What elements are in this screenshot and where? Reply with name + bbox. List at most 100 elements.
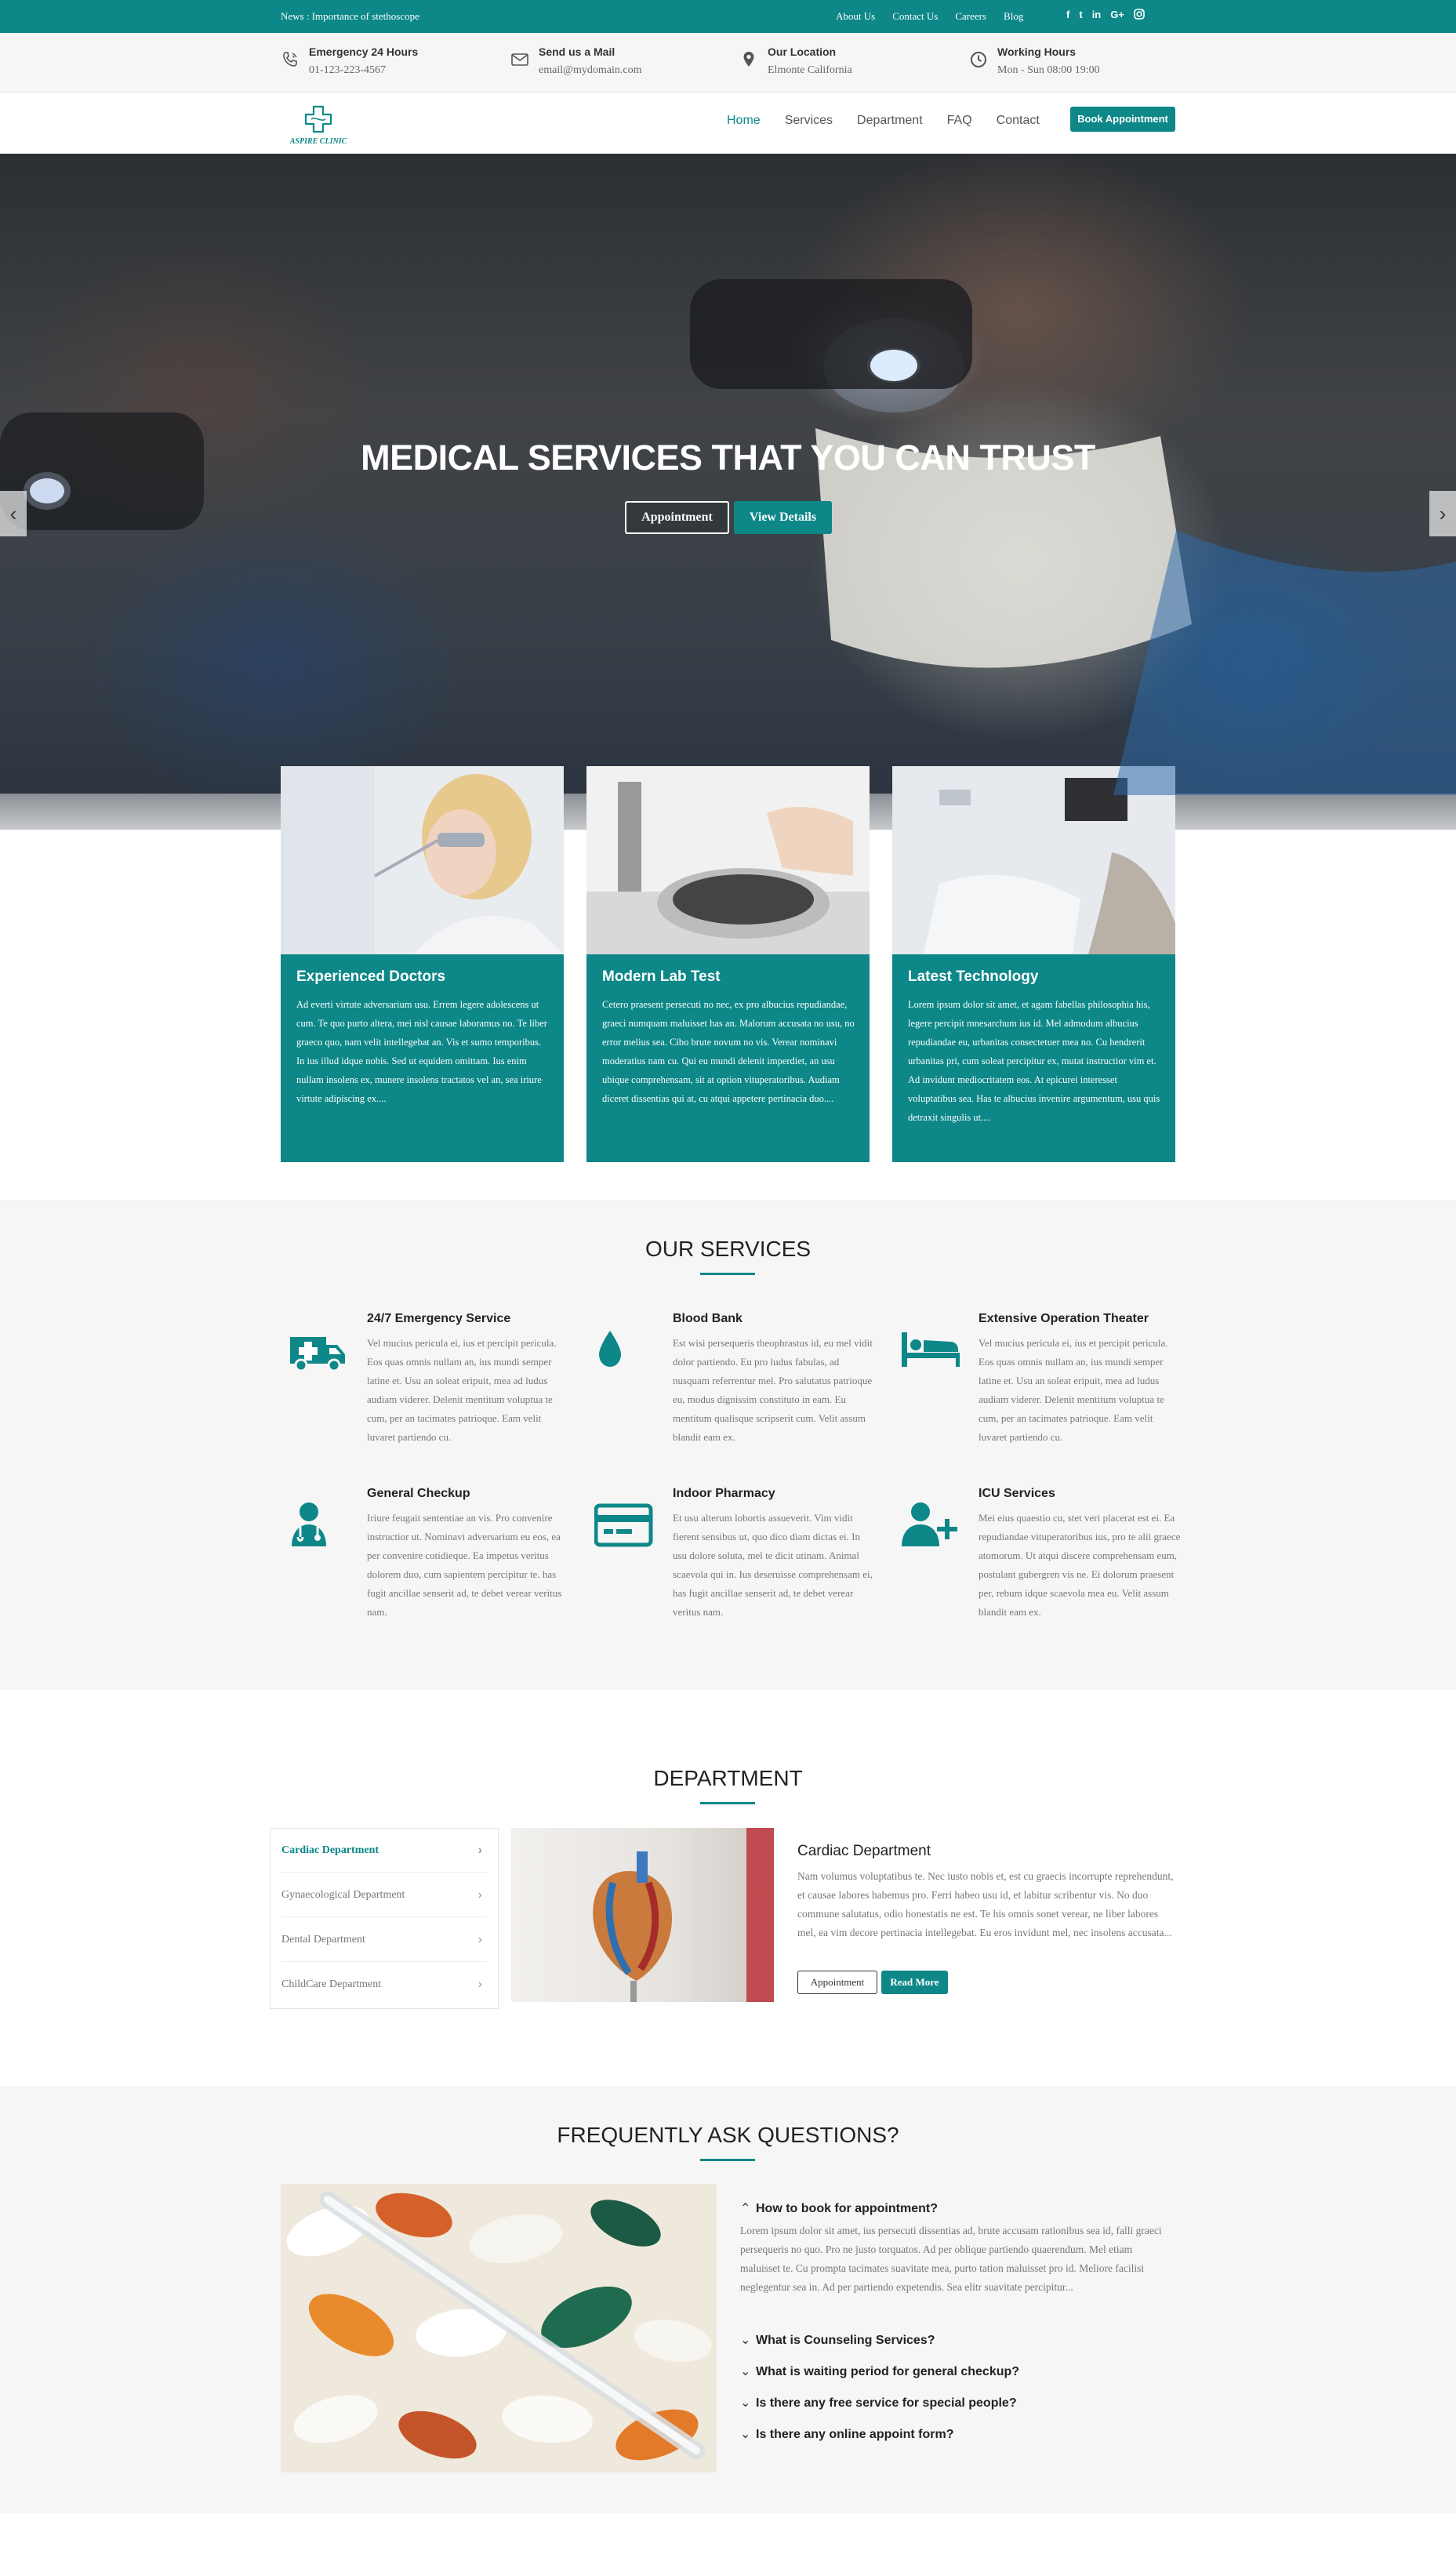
dept-tab-gynaecological[interactable]: Gynaecological Department › [281,1873,487,1917]
feature-text: Ad everti virtute adversarium usu. Errem… [296,999,547,1104]
service-title: Blood Bank [673,1312,743,1325]
doctor-stethoscope-icon [292,1502,326,1546]
feature-title: Modern Lab Test [602,968,721,985]
faq-question[interactable]: ⌄ Is there any free service for special p… [740,2395,1017,2411]
chevron-down-icon: ⌄ [740,2428,751,2441]
title-underline [700,1273,755,1275]
facebook-icon[interactable]: f [1066,9,1069,22]
faq-answer: Lorem ipsum dolor sit amet, ius persecut… [740,2225,1162,2293]
title-underline [700,2159,755,2161]
hero-view-details-button[interactable]: View Details [734,501,832,534]
menu-services[interactable]: Services [785,114,833,128]
faq-question-label: Is there any free service for special pe… [756,2396,1017,2410]
location-pin-icon [743,52,754,67]
info-value: Mon - Sun 08:00 19:00 [997,64,1100,76]
dept-tab-childcare[interactable]: ChildCare Department › [281,1963,487,2007]
service-title: Indoor Pharmacy [673,1487,775,1500]
service-text: Et usu alterum lobortis assueverit. Vim … [673,1512,873,1618]
service-text: Est wisi persequeris theophrastus id, eu… [673,1337,873,1443]
google-plus-icon[interactable]: G+ [1110,9,1124,22]
chevron-down-icon: ⌄ [740,2334,751,2347]
faq-question-label: What is waiting period for general check… [756,2365,1020,2378]
add-user-icon [902,1502,959,1546]
clinic-logo[interactable]: ASPIRE CLINIC [282,100,354,147]
top-link-about[interactable]: About Us [836,10,875,23]
hero-appointment-button[interactable]: Appointment [625,501,729,534]
menu-faq[interactable]: FAQ [947,114,972,128]
info-value[interactable]: email@mydomain.com [539,64,641,77]
faq-question[interactable]: ⌄ What is waiting period for general chec… [740,2363,1019,2379]
info-value: Elmonte California [768,64,852,76]
faq-question-open[interactable]: ⌃ How to book for appointment? [740,2200,938,2216]
faq-question[interactable]: ⌄ What is Counseling Services? [740,2332,935,2348]
chevron-right-icon: › [477,1888,482,1902]
top-links: About Us Contact Us Careers Blog [836,10,1023,23]
chevron-right-icon: › [477,1933,482,1946]
clock-icon [971,52,986,67]
service-text: Mei eius quaestio cu, stet veri placerat… [979,1512,1181,1618]
menu-department[interactable]: Department [857,114,923,128]
faq-question-label: How to book for appointment? [756,2202,938,2215]
chevron-right-icon: › [477,1978,482,1991]
service-text: Iriure feugait sententiae an vis. Pro co… [367,1512,562,1618]
book-appointment-button[interactable]: Book Appointment [1070,107,1175,132]
instagram-icon[interactable] [1134,9,1145,22]
chevron-right-icon: › [477,1844,482,1857]
top-link-careers[interactable]: Careers [955,10,986,23]
hero-title: MEDICAL SERVICES THAT YOU CAN TRUST [361,438,1095,478]
service-title: Extensive Operation Theater [979,1312,1149,1325]
dept-tab-label: ChildCare Department [281,1978,382,1990]
phone-icon [283,52,297,67]
services-title: OUR SERVICES [644,1237,812,1261]
faq-section [0,2086,1456,2513]
feature-card-doctors: Experienced Doctors Ad everti virtute ad… [281,766,564,1162]
dept-tab-label: Gynaecological Department [281,1889,405,1901]
menu-contact[interactable]: Contact [997,114,1040,128]
dept-tab-dental[interactable]: Dental Department › [281,1918,487,1962]
dept-detail-title: Cardiac Department [797,1843,931,1859]
feature-text: Cetero praesent persecuti no nec, ex pro… [602,999,855,1104]
service-title: General Checkup [367,1487,470,1500]
service-title: ICU Services [979,1487,1055,1500]
department-title: DEPARTMENT [653,1766,803,1790]
department-image [511,1828,774,2002]
faq-question-label: Is there any online appoint form? [756,2428,954,2441]
dept-tab-label: Dental Department [281,1934,365,1946]
slider-prev-arrow[interactable]: ‹ [0,491,27,536]
info-title: Our Location [768,45,837,58]
title-underline [700,1802,755,1804]
hospital-bed-icon [902,1332,960,1367]
hero-slider: MEDICAL SERVICES THAT YOU CAN TRUST Appo… [0,154,1456,795]
dept-tab-label: Cardiac Department [281,1844,379,1856]
logo-text: ASPIRE CLINIC [289,137,347,146]
chevron-down-icon: ⌄ [740,2365,751,2378]
menu-home[interactable]: Home [727,114,761,128]
dept-read-more-button[interactable]: Read More [881,1971,948,1994]
dept-appointment-button[interactable]: Appointment [797,1971,877,1994]
service-title: 24/7 Emergency Service [367,1312,511,1325]
feature-title: Experienced Doctors [296,968,446,985]
feature-title: Latest Technology [908,968,1039,985]
mail-icon [511,53,528,66]
main-nav: ASPIRE CLINIC Home Services Department F… [0,93,1456,154]
faq-question[interactable]: ⌄ Is there any online appoint form? [740,2426,953,2442]
linkedin-icon[interactable]: in [1092,9,1102,22]
top-link-contact[interactable]: Contact Us [892,10,938,23]
chevron-up-icon: ⌃ [740,2202,751,2215]
chevron-down-icon: ⌄ [740,2396,751,2410]
faq-title: FREQUENTLY ASK QUESTIONS? [557,2123,899,2147]
info-title: Send us a Mail [539,45,615,58]
feature-text: Lorem ipsum dolor sit amet, et agam fabe… [908,999,1160,1123]
social-links: f t in G+ [1066,9,1145,22]
service-text: Vel mucius pericula ei, ius et percipit … [367,1337,557,1443]
top-link-blog[interactable]: Blog [1004,10,1023,23]
blood-drop-icon [599,1331,621,1367]
slider-next-arrow[interactable]: › [1429,491,1456,536]
info-value: 01-123-223-4567 [309,64,386,76]
feature-card-technology: Latest Technology Lorem ipsum dolor sit … [892,766,1175,1162]
top-bar: News : Importance of stethoscope About U… [0,0,1456,33]
faq-image [281,2184,717,2472]
twitter-icon[interactable]: t [1079,9,1082,22]
dept-tab-cardiac[interactable]: Cardiac Department › [281,1829,487,1873]
news-ticker[interactable]: News : Importance of stethoscope [281,10,419,23]
